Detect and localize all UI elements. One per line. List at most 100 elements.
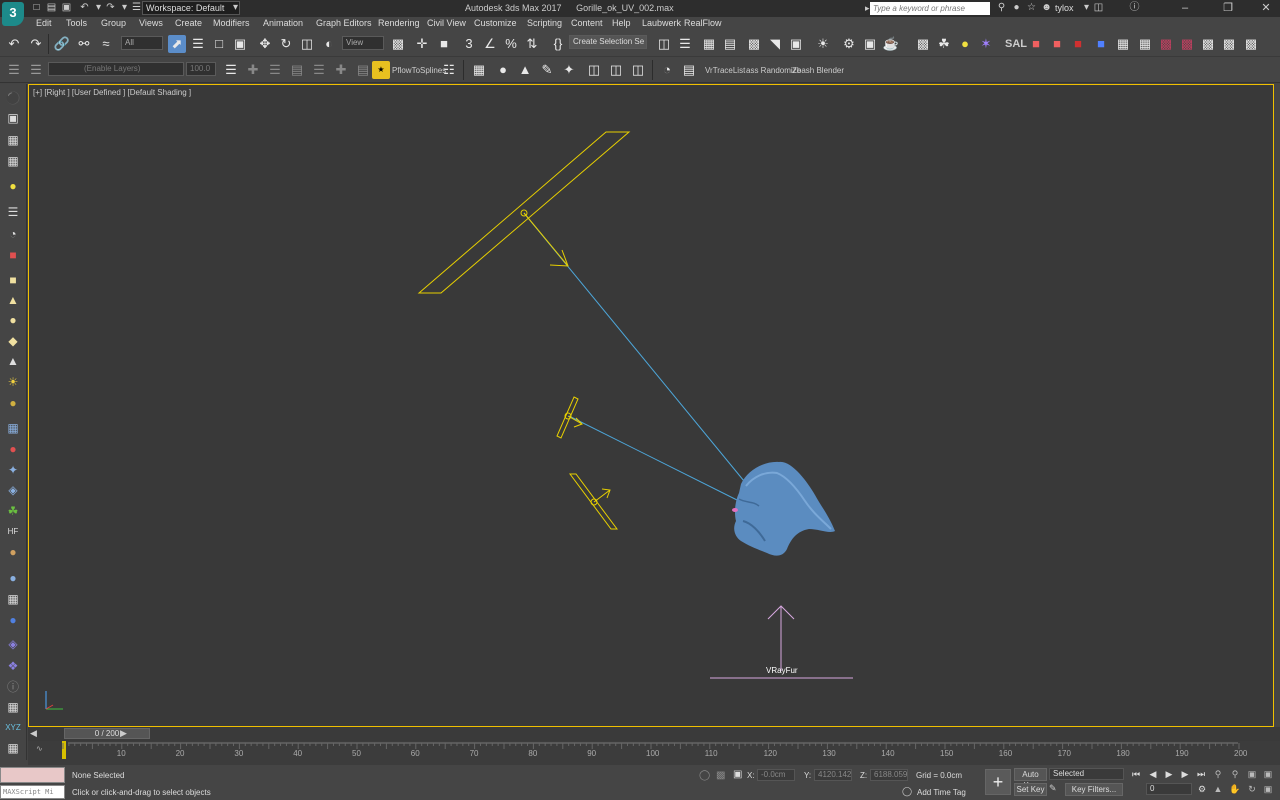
vray-trace-icon[interactable]: ◔	[658, 61, 676, 79]
snaps-toggle-icon[interactable]: 3	[460, 35, 478, 53]
place-icon[interactable]: ◐	[320, 35, 338, 53]
rectangular-selection-icon[interactable]: □	[210, 35, 228, 53]
maxscript-mini-listener[interactable]: MAXScript Mi	[0, 785, 65, 799]
layer-dropdown[interactable]: (Enable Layers)	[48, 62, 184, 76]
align-icon[interactable]: ☰	[676, 35, 694, 53]
menu-help[interactable]: Help	[612, 18, 631, 28]
key-mode-dropdown[interactable]: Selected	[1049, 768, 1124, 780]
pan-icon[interactable]: ✋	[1229, 783, 1241, 795]
plugin-c-icon[interactable]: ■	[1069, 35, 1087, 53]
new-file-icon[interactable]: □	[30, 2, 43, 14]
plugin-h-icon[interactable]: ▩	[1178, 35, 1196, 53]
vrtracelist-button[interactable]: VrTraceList	[705, 66, 745, 75]
selection-filter-dropdown[interactable]: All	[121, 36, 163, 50]
zoom-icon[interactable]: ⚲	[1212, 768, 1224, 780]
grid-panel-bottom-icon[interactable]: ▦	[4, 740, 22, 756]
field-of-view-icon[interactable]: ▲	[1212, 783, 1224, 795]
menu-customize[interactable]: Customize	[474, 18, 517, 28]
pflow-to-splines-button[interactable]: PflowToSplines	[392, 66, 446, 75]
reference-coordinate-dropdown[interactable]: View	[342, 36, 384, 50]
mirror-icon[interactable]: ◫	[655, 35, 673, 53]
spray-tool-icon[interactable]: ✦	[560, 61, 578, 79]
set-key-button[interactable]: Set Key	[1014, 783, 1047, 796]
track-bar[interactable]: ∿ 10 20 30 40 50 60 70 80 90 100 110 120 130 140 150 16…	[28, 741, 1280, 765]
user-icon[interactable]: ☻	[1040, 2, 1053, 14]
undo-icon[interactable]: ↶	[5, 35, 23, 53]
app-logo-icon[interactable]: 3	[2, 2, 24, 26]
go-to-start-icon[interactable]: ⏮	[1130, 768, 1142, 780]
rotate-icon[interactable]: ↻	[277, 35, 295, 53]
open-file-icon[interactable]: ▤	[45, 2, 58, 14]
cloth-create-icon[interactable]: ●	[4, 544, 22, 560]
time-slider[interactable]: ◀ 0 / 200 ▶	[28, 727, 1280, 741]
cloth-icon[interactable]: ▲	[516, 61, 534, 79]
maximize-viewport-icon[interactable]: ▣	[1262, 783, 1274, 795]
key-filter-icon[interactable]: ✎	[1049, 783, 1057, 794]
plugin-k-icon[interactable]: ▩	[1242, 35, 1260, 53]
zoom-extents-all-icon[interactable]: ▣	[1262, 768, 1274, 780]
material-editor-icon[interactable]: ☀	[814, 35, 832, 53]
utilities-icon[interactable]: ▦	[4, 699, 22, 715]
render-panel-icon[interactable]: ▦	[4, 132, 22, 148]
time-tag-icon[interactable]: ◯	[902, 786, 912, 797]
layer-tool-b-icon[interactable]: ☰	[266, 61, 284, 79]
x-coordinate-field[interactable]: -0.0cm	[757, 769, 795, 781]
display-icon[interactable]: ■	[4, 247, 22, 263]
plugin-a-icon[interactable]: ■	[1027, 35, 1045, 53]
particle-icon[interactable]: ✦	[4, 462, 22, 478]
right-panel-edge[interactable]	[1275, 84, 1280, 727]
plugin-j-icon[interactable]: ▩	[1220, 35, 1238, 53]
help-icon[interactable]: ⓘ	[1128, 2, 1141, 14]
fluid-icon[interactable]: ◈	[4, 482, 22, 498]
menu-edit[interactable]: Edit	[36, 18, 52, 28]
select-by-name-icon[interactable]: ☰	[189, 35, 207, 53]
viewport-right[interactable]: [+] [Right ] [User Defined ] [Default Sh…	[28, 84, 1274, 727]
checker-icon[interactable]: ▦	[4, 591, 22, 607]
pflow-settings-icon[interactable]: ☷	[440, 61, 458, 79]
pattern-icon[interactable]: ❖	[4, 658, 22, 674]
redo-icon[interactable]: ↷	[104, 2, 117, 14]
capsule-icon[interactable]: ●	[4, 441, 22, 457]
zoom-extents-icon[interactable]: ▣	[1246, 768, 1258, 780]
menu-views[interactable]: Views	[139, 18, 163, 28]
instance-tool-icon[interactable]: ◫	[607, 61, 625, 79]
z-coordinate-field[interactable]: 6188.059c	[870, 769, 908, 781]
clone-tool-icon[interactable]: ◫	[585, 61, 603, 79]
bind-space-warp-icon[interactable]: ≈	[97, 35, 115, 53]
plugin-e-icon[interactable]: ▦	[1114, 35, 1132, 53]
plugin-f-icon[interactable]: ▦	[1136, 35, 1154, 53]
brush-tool-icon[interactable]: ✎	[538, 61, 556, 79]
pivot-center-icon[interactable]: ▩	[389, 35, 407, 53]
key-filters-button[interactable]: Key Filters...	[1065, 783, 1123, 796]
scene-explorer-icon[interactable]: ▦	[700, 35, 718, 53]
hierarchy-icon[interactable]: ☰	[4, 204, 22, 220]
menu-graph-editors[interactable]: Graph Editors	[316, 18, 372, 28]
time-slider-thumb[interactable]: 0 / 200	[64, 728, 150, 739]
spinner-snap-icon[interactable]: ⇅	[523, 35, 541, 53]
auto-key-button[interactable]: Auto Key	[1014, 768, 1047, 790]
plane-create-icon[interactable]: ▦	[4, 420, 22, 436]
menu-group[interactable]: Group	[101, 18, 126, 28]
absolute-mode-icon[interactable]: ▣	[733, 769, 742, 780]
layer-tool-f-icon[interactable]: ▤	[354, 61, 372, 79]
menu-create[interactable]: Create	[175, 18, 202, 28]
cone-create-icon[interactable]: ▲	[4, 353, 22, 369]
add-time-tag-button[interactable]: Add Time Tag	[917, 788, 966, 797]
menu-rendering[interactable]: Rendering	[378, 18, 420, 28]
reference-tool-icon[interactable]: ◫	[629, 61, 647, 79]
move-icon[interactable]: ✥	[256, 35, 274, 53]
menu-civil-view[interactable]: Civil View	[427, 18, 466, 28]
edit-named-selection-icon[interactable]: {}	[549, 35, 567, 53]
exchange-icon[interactable]: ◫	[1092, 2, 1105, 14]
zbash-blender-button[interactable]: Zbash Blender	[792, 66, 844, 75]
light-lister-icon[interactable]: ●	[956, 35, 974, 53]
plugin-i-icon[interactable]: ▩	[1199, 35, 1217, 53]
plugin-d-icon[interactable]: ■	[1092, 35, 1110, 53]
pflow-icon[interactable]: ★	[372, 61, 390, 79]
window-crossing-icon[interactable]: ▣	[231, 35, 249, 53]
close-icon[interactable]: ✕	[1254, 1, 1278, 16]
ribbon-toggle-icon[interactable]: ▩	[745, 35, 763, 53]
sphere-tool-icon[interactable]: ●	[494, 61, 512, 79]
schematic-view-icon[interactable]: ▣	[787, 35, 805, 53]
motion-icon[interactable]: ◔	[4, 226, 22, 242]
